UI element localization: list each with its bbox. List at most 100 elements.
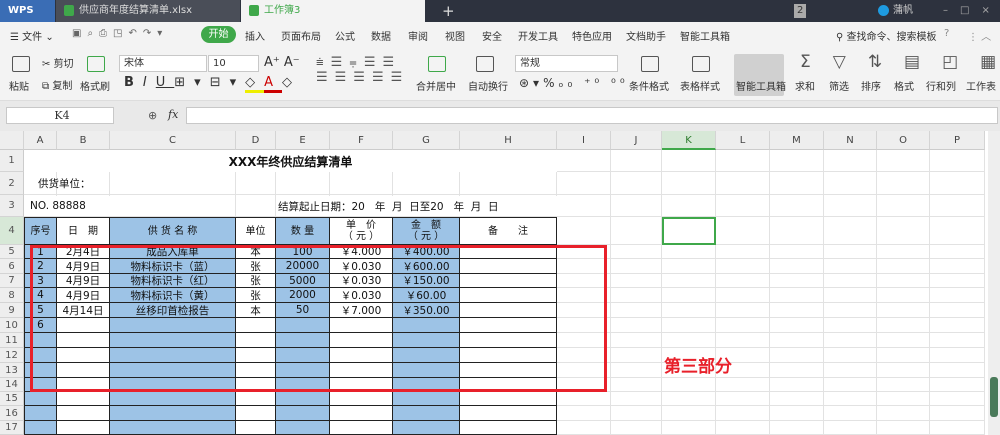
cell[interactable] — [824, 288, 877, 303]
paste-button[interactable]: 粘贴 — [9, 78, 29, 93]
cell[interactable] — [930, 288, 985, 303]
cell[interactable] — [611, 392, 662, 406]
cell[interactable] — [662, 172, 716, 195]
cell[interactable] — [824, 150, 877, 172]
cell[interactable] — [611, 245, 662, 259]
row-header-4[interactable]: 4 — [0, 217, 24, 245]
row-header-13[interactable]: 13 — [0, 363, 24, 378]
cell[interactable] — [770, 245, 824, 259]
cell[interactable] — [770, 274, 824, 288]
empty-table-cell[interactable] — [276, 392, 330, 406]
cell[interactable] — [770, 150, 824, 172]
cell[interactable] — [557, 421, 611, 435]
font-name-select[interactable]: 宋体 — [119, 55, 207, 72]
cell[interactable] — [930, 318, 985, 333]
tab-developer[interactable]: 开发工具 — [518, 28, 558, 43]
cell[interactable] — [770, 406, 824, 421]
cell[interactable] — [824, 421, 877, 435]
cell[interactable] — [877, 245, 930, 259]
cell[interactable] — [662, 274, 716, 288]
cell[interactable] — [824, 333, 877, 348]
format-button[interactable]: 格式 — [894, 78, 914, 93]
row-header-12[interactable]: 12 — [0, 348, 24, 363]
tab-security[interactable]: 安全 — [482, 28, 502, 43]
cell[interactable] — [877, 378, 930, 392]
column-header-I[interactable]: I — [557, 131, 611, 150]
select-all-corner[interactable] — [0, 131, 24, 150]
cell[interactable] — [930, 150, 985, 172]
cell[interactable] — [557, 217, 611, 245]
cell[interactable] — [611, 421, 662, 435]
cell[interactable] — [662, 303, 716, 318]
empty-table-cell[interactable] — [236, 392, 276, 406]
cell[interactable] — [877, 333, 930, 348]
collapse-ribbon-icon[interactable]: ⋮ ︿ — [968, 28, 991, 43]
empty-table-cell[interactable] — [57, 406, 110, 421]
cell[interactable] — [877, 392, 930, 406]
cell[interactable] — [877, 150, 930, 172]
copy-button[interactable]: ⧉ 复制 — [42, 77, 72, 92]
sort-button[interactable]: 排序 — [861, 78, 881, 93]
scrollbar-thumb[interactable] — [990, 377, 998, 417]
font-size-select[interactable]: 10 — [208, 55, 259, 72]
cell[interactable] — [611, 318, 662, 333]
cell[interactable] — [770, 259, 824, 274]
row-header-16[interactable]: 16 — [0, 406, 24, 421]
empty-table-cell[interactable] — [110, 392, 236, 406]
cell[interactable] — [930, 333, 985, 348]
empty-table-cell[interactable] — [236, 406, 276, 421]
wps-home-tab[interactable]: WPS — [0, 0, 55, 22]
empty-table-cell[interactable] — [24, 392, 57, 406]
cell[interactable] — [824, 378, 877, 392]
cell[interactable] — [611, 406, 662, 421]
column-header-H[interactable]: H — [460, 131, 557, 150]
cell[interactable] — [236, 195, 276, 217]
cell[interactable] — [557, 172, 611, 195]
cell[interactable] — [877, 274, 930, 288]
tab-workbook3[interactable]: 工作簿3 — [241, 0, 425, 22]
tab-formula[interactable]: 公式 — [335, 28, 355, 43]
cell[interactable] — [877, 421, 930, 435]
cell[interactable] — [716, 406, 770, 421]
empty-table-cell[interactable] — [276, 421, 330, 435]
cell[interactable] — [716, 150, 770, 172]
cell[interactable] — [716, 245, 770, 259]
tab-start[interactable]: 开始 — [201, 26, 236, 43]
cell[interactable] — [770, 195, 824, 217]
file-menu[interactable]: ☰ 文件 ⌄ — [10, 28, 54, 43]
empty-table-cell[interactable] — [330, 406, 393, 421]
cell[interactable] — [824, 172, 877, 195]
cell[interactable] — [276, 172, 330, 195]
cell[interactable] — [930, 259, 985, 274]
tab-review[interactable]: 审阅 — [408, 28, 428, 43]
empty-table-cell[interactable] — [460, 421, 557, 435]
cell[interactable] — [557, 150, 611, 172]
cell[interactable] — [716, 303, 770, 318]
cell[interactable] — [770, 392, 824, 406]
tab-smart-tools[interactable]: 智能工具箱 — [680, 28, 730, 43]
window-controls[interactable]: –□× — [935, 0, 1000, 22]
cell[interactable] — [716, 259, 770, 274]
cell[interactable] — [770, 333, 824, 348]
cell[interactable] — [877, 259, 930, 274]
cell[interactable] — [611, 333, 662, 348]
tab-doc-assistant[interactable]: 文档助手 — [626, 28, 666, 43]
cell[interactable] — [824, 363, 877, 378]
cell[interactable] — [611, 288, 662, 303]
cell[interactable] — [611, 303, 662, 318]
column-header-A[interactable]: A — [24, 131, 57, 150]
cell[interactable] — [716, 274, 770, 288]
cell[interactable] — [662, 318, 716, 333]
cell[interactable] — [662, 333, 716, 348]
cell[interactable] — [662, 288, 716, 303]
cell[interactable] — [662, 245, 716, 259]
cell[interactable] — [824, 245, 877, 259]
help-icon[interactable]: ? — [944, 28, 949, 39]
name-box[interactable]: K4 — [6, 107, 114, 124]
cell[interactable] — [877, 348, 930, 363]
column-header-N[interactable]: N — [824, 131, 877, 150]
cell[interactable] — [877, 195, 930, 217]
cell[interactable] — [662, 421, 716, 435]
empty-table-cell[interactable] — [460, 392, 557, 406]
cell[interactable] — [824, 348, 877, 363]
